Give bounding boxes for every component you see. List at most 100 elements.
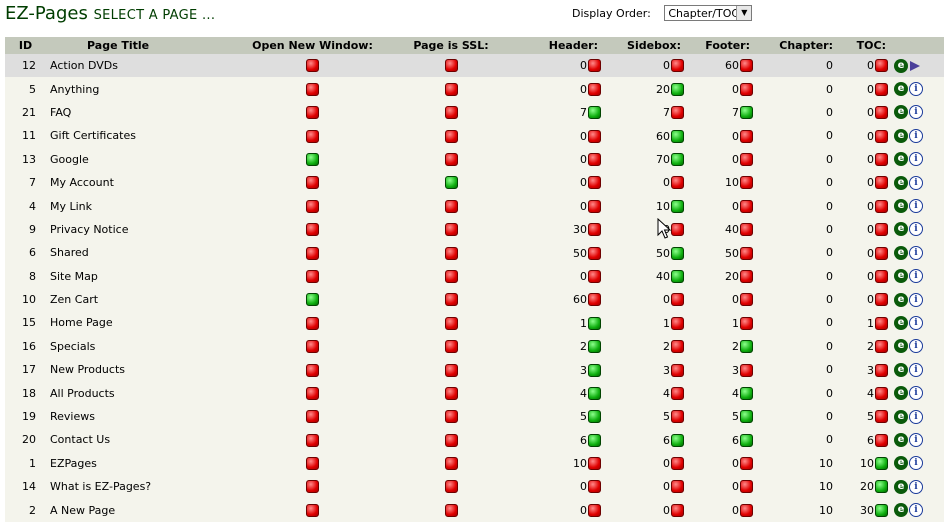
red-status-icon[interactable]	[588, 457, 601, 471]
green-status-icon[interactable]	[588, 433, 601, 447]
red-status-icon[interactable]	[306, 480, 319, 494]
red-status-icon[interactable]	[875, 223, 888, 237]
green-status-icon[interactable]	[875, 480, 888, 494]
edit-icon[interactable]: e	[894, 432, 908, 447]
table-row[interactable]: 6 Shared 50 50 50 0 0 e i	[5, 241, 944, 265]
green-status-icon[interactable]	[588, 386, 601, 400]
green-status-icon[interactable]	[671, 153, 684, 166]
red-status-icon[interactable]	[444, 457, 458, 471]
red-status-icon[interactable]	[875, 386, 888, 400]
red-status-icon[interactable]	[875, 59, 888, 73]
table-row[interactable]: 15 Home Page 1 1 1 0 1 e i	[5, 311, 944, 335]
red-status-icon[interactable]	[740, 480, 753, 494]
green-status-icon[interactable]	[588, 410, 601, 424]
green-status-icon[interactable]	[875, 503, 888, 517]
red-status-icon[interactable]	[875, 269, 888, 283]
green-status-icon[interactable]	[671, 269, 684, 283]
red-status-icon[interactable]	[588, 129, 601, 143]
red-status-icon[interactable]	[444, 386, 458, 400]
edit-icon[interactable]: e	[894, 152, 908, 167]
info-icon[interactable]: i	[909, 292, 923, 307]
red-status-icon[interactable]	[306, 503, 319, 517]
green-status-icon[interactable]	[588, 363, 601, 377]
red-status-icon[interactable]	[671, 363, 684, 377]
red-status-icon[interactable]	[875, 246, 888, 260]
table-row[interactable]: 4 My Link 0 10 0 0 0 e i	[5, 194, 944, 218]
red-status-icon[interactable]	[306, 246, 319, 260]
red-status-icon[interactable]	[588, 293, 601, 307]
red-status-icon[interactable]	[671, 457, 684, 471]
red-status-icon[interactable]	[444, 503, 458, 517]
info-icon[interactable]: i	[909, 315, 923, 330]
info-icon[interactable]: i	[909, 82, 923, 97]
edit-icon[interactable]: e	[894, 479, 908, 494]
red-status-icon[interactable]	[306, 433, 319, 447]
edit-icon[interactable]: e	[894, 58, 908, 73]
info-icon[interactable]: i	[909, 152, 923, 167]
red-status-icon[interactable]	[306, 223, 319, 237]
red-status-icon[interactable]	[671, 293, 684, 307]
info-icon[interactable]: i	[909, 386, 923, 401]
red-status-icon[interactable]	[444, 340, 458, 354]
red-status-icon[interactable]	[671, 503, 684, 517]
red-status-icon[interactable]	[740, 503, 753, 517]
red-status-icon[interactable]	[444, 153, 458, 166]
edit-icon[interactable]: e	[894, 362, 908, 377]
red-status-icon[interactable]	[740, 153, 753, 166]
red-status-icon[interactable]	[306, 129, 319, 143]
red-status-icon[interactable]	[444, 106, 458, 120]
red-status-icon[interactable]	[444, 82, 458, 96]
table-row[interactable]: 5 Anything 0 20 0 0 0 e i	[5, 77, 944, 101]
red-status-icon[interactable]	[444, 269, 458, 283]
edit-icon[interactable]: e	[894, 222, 908, 237]
red-status-icon[interactable]	[588, 153, 601, 166]
table-row[interactable]: 17 New Products 3 3 3 0 3 e i	[5, 358, 944, 382]
info-icon[interactable]: i	[909, 409, 923, 424]
red-status-icon[interactable]	[444, 410, 458, 424]
red-status-icon[interactable]	[740, 129, 753, 143]
red-status-icon[interactable]	[671, 223, 684, 237]
edit-icon[interactable]: e	[894, 409, 908, 424]
red-status-icon[interactable]	[740, 82, 753, 96]
table-row[interactable]: 8 Site Map 0 40 20 0 0 e i	[5, 264, 944, 288]
green-status-icon[interactable]	[306, 153, 319, 166]
red-status-icon[interactable]	[444, 223, 458, 237]
edit-icon[interactable]: e	[894, 128, 908, 143]
green-status-icon[interactable]	[671, 129, 684, 143]
red-status-icon[interactable]	[671, 340, 684, 354]
red-status-icon[interactable]	[306, 199, 319, 213]
green-status-icon[interactable]	[740, 386, 753, 400]
red-status-icon[interactable]	[875, 176, 888, 190]
edit-icon[interactable]: e	[894, 245, 908, 260]
display-order-select[interactable]: Chapter/TOC ▼	[664, 5, 753, 21]
red-status-icon[interactable]	[588, 246, 601, 260]
edit-icon[interactable]: e	[894, 105, 908, 120]
edit-icon[interactable]: e	[894, 386, 908, 401]
info-icon[interactable]: i	[909, 339, 923, 354]
table-row[interactable]: 14 What is EZ-Pages? 0 0 0 10 20 e i	[5, 475, 944, 499]
red-status-icon[interactable]	[875, 153, 888, 166]
red-status-icon[interactable]	[740, 363, 753, 377]
red-status-icon[interactable]	[875, 316, 888, 330]
red-status-icon[interactable]	[671, 106, 684, 120]
red-status-icon[interactable]	[588, 269, 601, 283]
red-status-icon[interactable]	[306, 457, 319, 471]
table-row[interactable]: 13 Google 0 70 0 0 0 e i	[5, 147, 944, 171]
red-status-icon[interactable]	[444, 129, 458, 143]
edit-icon[interactable]: e	[894, 269, 908, 284]
green-status-icon[interactable]	[671, 433, 684, 447]
table-row[interactable]: 18 All Products 4 4 4 0 4 e i	[5, 381, 944, 405]
red-status-icon[interactable]	[740, 59, 753, 73]
info-icon[interactable]: i	[909, 503, 923, 518]
info-icon[interactable]: i	[909, 245, 923, 260]
info-icon[interactable]: i	[909, 105, 923, 120]
red-status-icon[interactable]	[444, 433, 458, 447]
red-status-icon[interactable]	[740, 199, 753, 213]
red-status-icon[interactable]	[306, 363, 319, 377]
edit-icon[interactable]: e	[894, 315, 908, 330]
green-status-icon[interactable]	[671, 82, 684, 96]
green-status-icon[interactable]	[875, 457, 888, 471]
red-status-icon[interactable]	[875, 199, 888, 213]
red-status-icon[interactable]	[671, 316, 684, 330]
edit-icon[interactable]: e	[894, 339, 908, 354]
